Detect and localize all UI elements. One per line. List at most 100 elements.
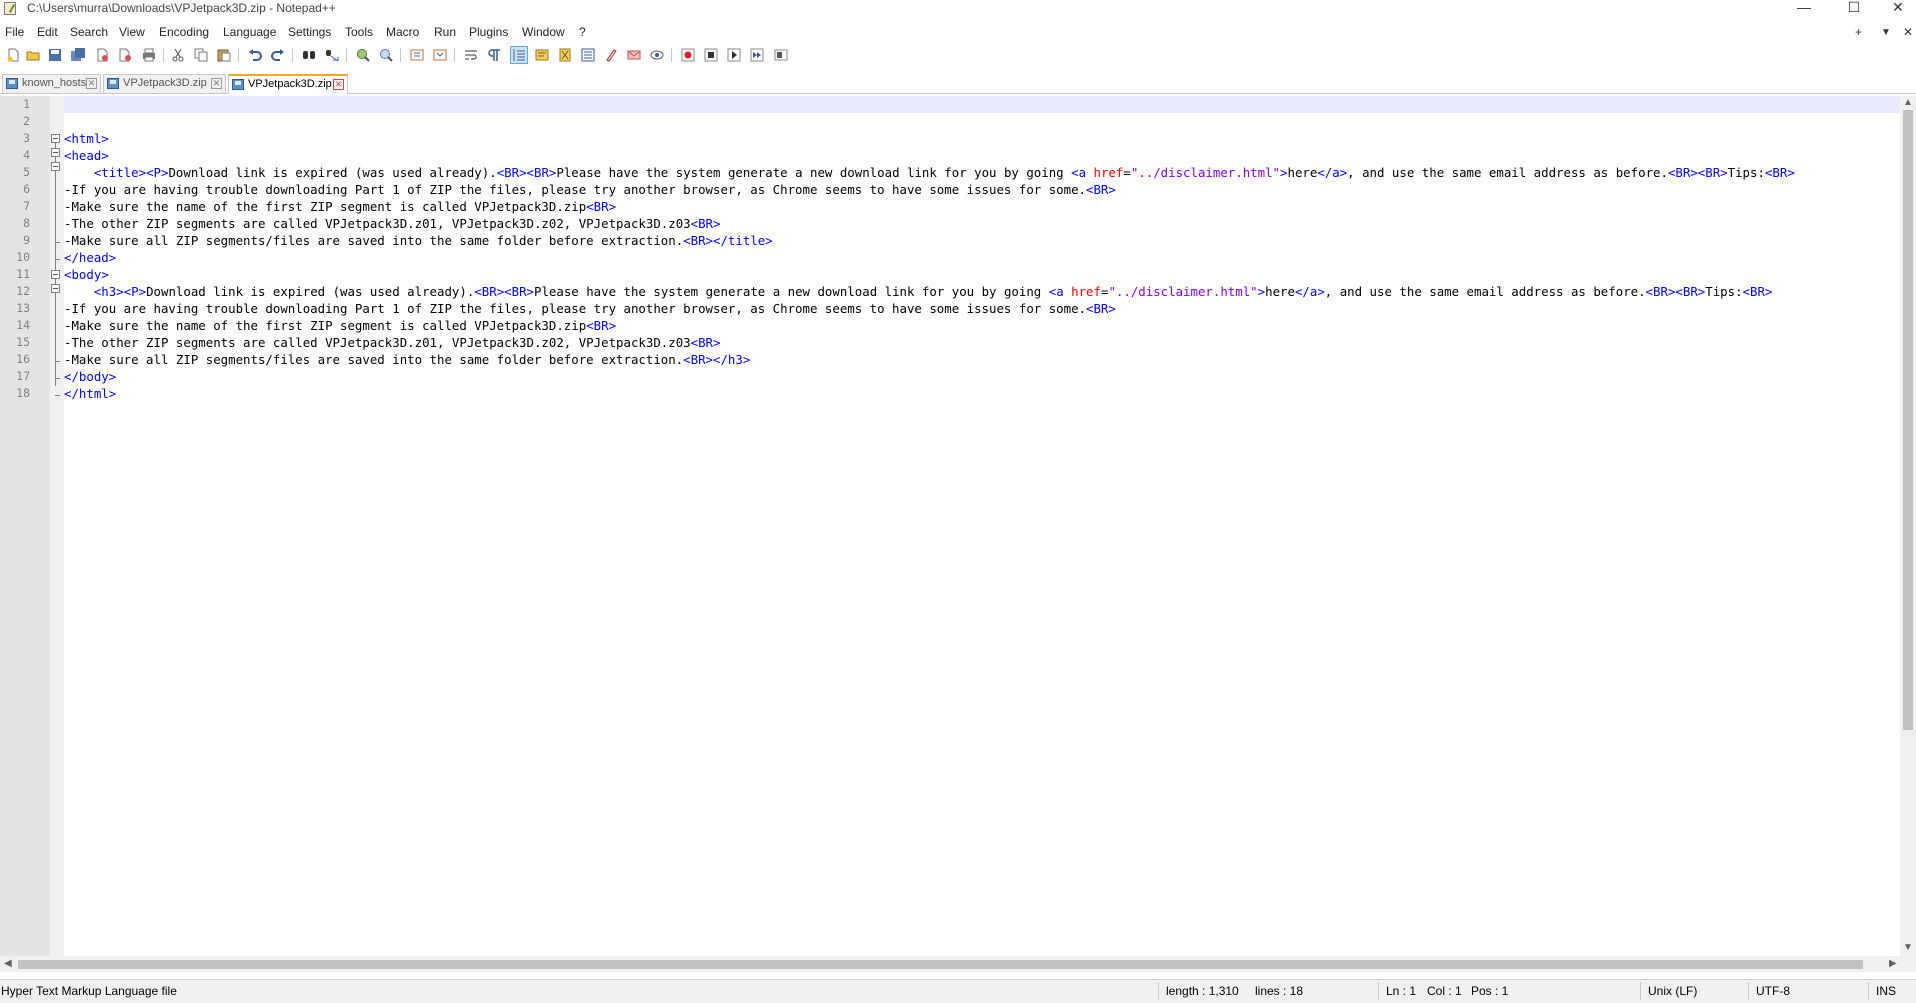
- code-line: -Make sure all ZIP segments/files are sa…: [64, 233, 773, 248]
- scroll-up-arrow-icon[interactable]: ▲: [1903, 97, 1913, 108]
- cut-icon[interactable]: [170, 47, 186, 63]
- menu-encoding[interactable]: Encoding: [159, 25, 209, 39]
- status-col: Col : 1: [1427, 984, 1462, 998]
- fold-toggle-html[interactable]: [51, 134, 60, 143]
- copy-icon[interactable]: [193, 47, 209, 63]
- horizontal-scrollbar[interactable]: ◀ ▶: [0, 956, 1916, 972]
- tab-close-icon[interactable]: ✕: [86, 78, 97, 89]
- fold-toggle-title[interactable]: [51, 162, 60, 171]
- fold-end: [55, 361, 60, 362]
- code-text-area[interactable]: <html> <head> <title><P>Download link is…: [64, 96, 1904, 956]
- tab-close-icon[interactable]: ✕: [211, 78, 222, 89]
- undo-icon[interactable]: [247, 47, 263, 63]
- toolbar-separator: [346, 48, 347, 62]
- fold-toggle-body[interactable]: [51, 270, 60, 279]
- fold-toggle-head[interactable]: [51, 148, 60, 157]
- fold-end: [55, 259, 60, 260]
- tab-close-icon[interactable]: ✕: [333, 79, 344, 90]
- fold-toggle-h3[interactable]: [51, 284, 60, 293]
- doc-map-icon[interactable]: [557, 47, 573, 63]
- udl-icon[interactable]: [534, 47, 550, 63]
- save-icon[interactable]: [47, 47, 63, 63]
- fold-margin: [50, 96, 64, 956]
- sync-vertical-icon[interactable]: [409, 47, 425, 63]
- toolbar-separator: [671, 48, 672, 62]
- tab-known-hosts[interactable]: known_hosts ✕: [2, 74, 101, 93]
- code-line: </body>: [64, 369, 117, 384]
- tab-vpjetpack3d-zip-1[interactable]: VPJetpack3D.zip ✕: [103, 74, 226, 93]
- close-document-button[interactable]: ✕: [1903, 25, 1913, 39]
- find-icon[interactable]: [301, 47, 317, 63]
- status-file-type: Hyper Text Markup Language file: [1, 984, 177, 998]
- code-line: -Make sure the name of the first ZIP seg…: [64, 318, 617, 333]
- menu-view[interactable]: View: [119, 25, 145, 39]
- menu-language[interactable]: Language: [223, 25, 276, 39]
- close-all-icon[interactable]: [117, 47, 133, 63]
- status-divider: [1748, 982, 1749, 1000]
- fold-line: [55, 157, 56, 162]
- indent-guide-icon[interactable]: [510, 46, 528, 64]
- close-window-button[interactable]: ✕: [1880, 0, 1916, 18]
- status-insert-mode: INS: [1876, 984, 1897, 998]
- fold-line: [55, 143, 56, 148]
- stop-macro-icon[interactable]: [703, 47, 719, 63]
- code-line: -The other ZIP segments are called VPJet…: [64, 216, 721, 231]
- vertical-scrollbar[interactable]: ▲ ▼: [1900, 96, 1916, 956]
- close-icon[interactable]: [94, 47, 110, 63]
- sync-horizontal-icon[interactable]: [432, 47, 448, 63]
- line-number: 1: [23, 97, 30, 111]
- menu-tools[interactable]: Tools: [345, 25, 373, 39]
- menu-settings[interactable]: Settings: [288, 25, 331, 39]
- minimize-button[interactable]: —: [1786, 0, 1822, 18]
- toolbar-separator: [454, 48, 455, 62]
- status-encoding: UTF-8: [1756, 984, 1790, 998]
- replace-icon[interactable]: [324, 47, 340, 63]
- menu-window[interactable]: Window: [522, 25, 565, 39]
- show-all-chars-icon[interactable]: [486, 47, 502, 63]
- open-file-icon[interactable]: [25, 47, 41, 63]
- tab-list-dropdown-button[interactable]: ▼: [1881, 27, 1891, 38]
- menu-help[interactable]: ?: [579, 25, 586, 39]
- word-wrap-icon[interactable]: [463, 47, 479, 63]
- print-icon[interactable]: [141, 47, 157, 63]
- folder-workspace-icon[interactable]: [603, 47, 619, 63]
- line-number: 4: [23, 148, 30, 162]
- line-number: 13: [16, 301, 30, 315]
- monitoring-icon[interactable]: [626, 47, 642, 63]
- horizontal-scroll-thumb[interactable]: [18, 960, 1863, 969]
- menu-search[interactable]: Search: [70, 25, 108, 39]
- new-tab-plus-button[interactable]: +: [1855, 25, 1862, 39]
- vertical-scroll-thumb[interactable]: [1903, 110, 1913, 730]
- editor-area[interactable]: 1 2 3 4 5 6 7 8 9 10 11 12 13 14 15 16 1…: [0, 96, 1916, 956]
- line-number: 11: [16, 267, 30, 281]
- menu-run[interactable]: Run: [434, 25, 456, 39]
- menu-file[interactable]: File: [5, 25, 24, 39]
- tab-bar: known_hosts ✕ VPJetpack3D.zip ✕ VPJetpac…: [0, 73, 1916, 94]
- play-macro-icon[interactable]: [726, 47, 742, 63]
- menu-plugins[interactable]: Plugins: [469, 25, 508, 39]
- eye-icon[interactable]: [649, 47, 665, 63]
- line-number: 17: [16, 369, 30, 383]
- status-divider: [1868, 982, 1869, 1000]
- save-all-icon[interactable]: [70, 47, 86, 63]
- paste-icon[interactable]: [216, 47, 232, 63]
- save-macro-icon[interactable]: [773, 47, 789, 63]
- menu-edit[interactable]: Edit: [37, 25, 58, 39]
- new-file-icon[interactable]: [5, 47, 21, 63]
- scroll-right-arrow-icon[interactable]: ▶: [1889, 958, 1897, 969]
- zoom-in-icon[interactable]: [355, 47, 371, 63]
- zoom-out-icon[interactable]: [378, 47, 394, 63]
- record-macro-icon[interactable]: [680, 47, 696, 63]
- menu-bar: File Edit Search View Encoding Language …: [0, 25, 1916, 43]
- maximize-button[interactable]: ☐: [1836, 0, 1872, 18]
- redo-icon[interactable]: [270, 47, 286, 63]
- scroll-down-arrow-icon[interactable]: ▼: [1903, 942, 1913, 953]
- line-number: 12: [16, 284, 30, 298]
- line-number: 9: [23, 233, 30, 247]
- menu-macro[interactable]: Macro: [386, 25, 419, 39]
- tab-vpjetpack3d-zip-active[interactable]: VPJetpack3D.zip ✕: [228, 74, 348, 94]
- function-list-icon[interactable]: [580, 47, 596, 63]
- line-number: 18: [16, 386, 30, 400]
- scroll-left-arrow-icon[interactable]: ◀: [4, 958, 12, 969]
- run-macro-multiple-icon[interactable]: [749, 47, 765, 63]
